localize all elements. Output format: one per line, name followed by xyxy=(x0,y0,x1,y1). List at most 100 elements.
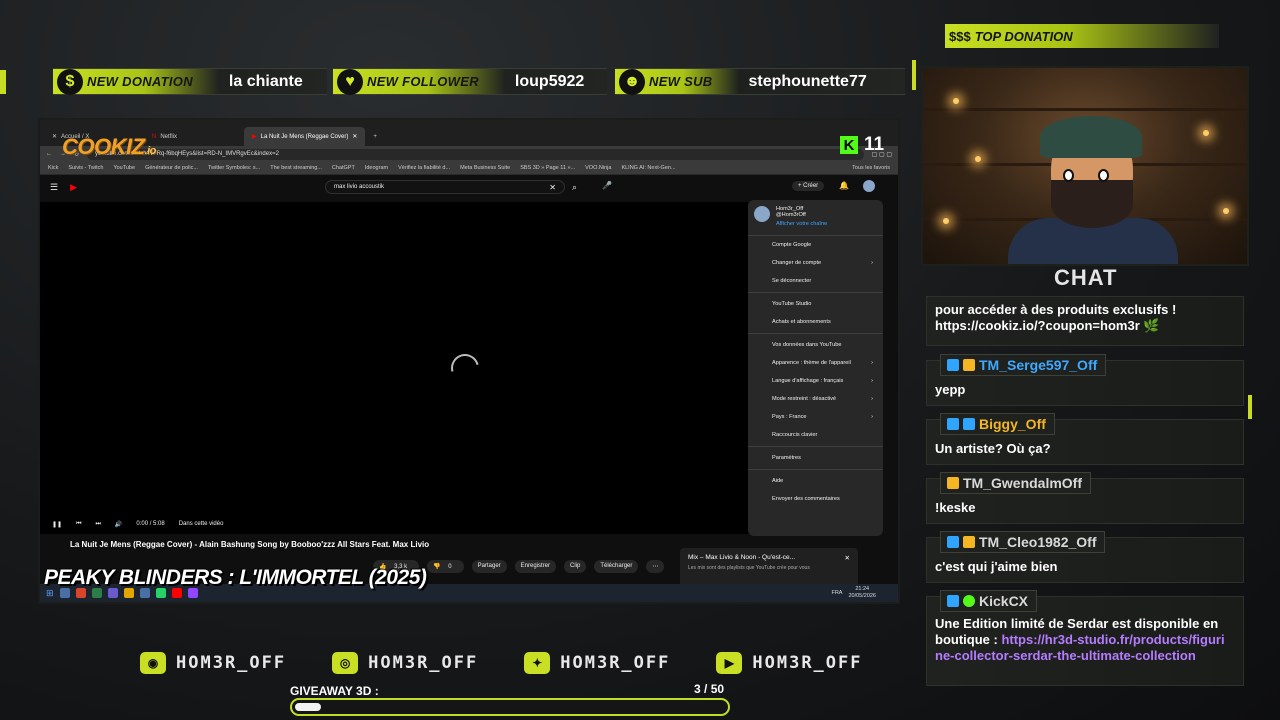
search-input[interactable]: max livio accoustik ✕ xyxy=(325,180,565,194)
cookiz-logo: COOKIZ.io xyxy=(62,134,156,159)
account-handle: @Hom3rOff xyxy=(776,212,806,218)
volume-icon[interactable]: 🔊 xyxy=(115,521,122,528)
crown-icon xyxy=(963,536,975,548)
taskbar-clock[interactable]: 21:24 20/05/2026 xyxy=(848,586,876,600)
chat-message-text: pour accéder à des produits exclusifs ! … xyxy=(935,302,1177,333)
new-donation-value: la chiante xyxy=(228,72,303,90)
menu-item-sign-out[interactable]: Se déconnecter xyxy=(748,272,883,290)
accent-bar xyxy=(0,70,6,94)
heart-icon: ♥ xyxy=(337,68,363,95)
mic-icon[interactable]: 🎤 xyxy=(602,181,612,190)
youtube-icon: ▶ xyxy=(716,652,743,674)
menu-item-country[interactable]: Pays : France › xyxy=(748,408,883,426)
bookmark[interactable]: Kick xyxy=(48,165,58,171)
menu-item-google-account[interactable]: Compte Google xyxy=(748,236,883,254)
taskbar-lang[interactable]: FRA xyxy=(831,590,842,596)
view-channel-link[interactable]: Afficher votre chaîne xyxy=(776,221,827,227)
bookmark[interactable]: The best streaming... xyxy=(270,165,322,171)
dislike-button[interactable]: 👎 0 xyxy=(427,560,464,573)
chevron-right-icon: › xyxy=(871,414,873,420)
badge-icon xyxy=(947,359,959,371)
search-icon[interactable]: ⌕ xyxy=(572,182,577,193)
webcam-feed xyxy=(921,66,1249,266)
bookmark[interactable]: Ideogram xyxy=(365,165,388,171)
mix-playlist-card[interactable]: Mix – Max Livio & Noon - Qu'est-ce... Le… xyxy=(680,548,858,588)
back-icon[interactable]: ← xyxy=(46,151,52,157)
menu-item-your-data[interactable]: Vos données dans YouTube xyxy=(748,336,883,354)
new-tab-button[interactable]: + xyxy=(365,127,385,146)
avatar[interactable] xyxy=(863,180,875,192)
clear-search-icon[interactable]: ✕ xyxy=(549,183,556,192)
prev-icon[interactable]: ⏮ xyxy=(76,521,81,528)
chat-message-text: !keske xyxy=(935,500,976,515)
menu-item-studio[interactable]: YouTube Studio xyxy=(748,295,883,313)
chat-username: Biggy_Off xyxy=(940,413,1055,435)
menu-icon[interactable]: ☰ xyxy=(50,182,58,193)
next-icon[interactable]: ⏭ xyxy=(95,521,100,528)
bookmark[interactable]: Twitter Symboles: s... xyxy=(208,165,260,171)
giveaway-label: GIVEAWAY 3D : xyxy=(290,684,379,698)
browser-tab-active[interactable]: ▶ La Nuit Je Mens (Reggae Cover) ✕ xyxy=(244,127,366,146)
menu-item-feedback[interactable]: Envoyer des commentaires xyxy=(748,490,883,508)
pause-icon[interactable]: ❚❚ xyxy=(52,521,62,528)
crown-icon xyxy=(947,477,959,489)
menu-item-shortcuts[interactable]: Raccourcis clavier xyxy=(748,426,883,444)
social-instagram: ◎ HOM3R_OFF xyxy=(332,652,478,674)
clip-button[interactable]: Clip xyxy=(564,560,587,573)
save-button[interactable]: Enregistrer xyxy=(514,560,556,573)
chat-username: TM_Cleo1982_Off xyxy=(940,531,1106,553)
bookmark[interactable]: KLING AI: Next-Gen... xyxy=(621,165,675,171)
bookmark[interactable]: Meta Business Suite xyxy=(460,165,510,171)
all-bookmarks[interactable]: Tous les favoris xyxy=(852,165,890,171)
chat-username: TM_Serge597_Off xyxy=(940,354,1107,376)
browser-toolbar: ← → ↻ youtube.com/watch?v=Rq-f6bqHEys&li… xyxy=(40,146,898,162)
menu-item-switch-account[interactable]: Changer de compte › xyxy=(748,254,883,272)
menu-item-purchases[interactable]: Achats et abonnements xyxy=(748,313,883,331)
bookmark[interactable]: Suivis - Twitch xyxy=(68,165,103,171)
account-profile: Hom3r_Off @Hom3rOff Afficher votre chaîn… xyxy=(748,206,883,236)
new-donation-label: NEW DONATION xyxy=(87,74,193,89)
bookmark[interactable]: VOO.Ninja xyxy=(585,165,611,171)
address-bar[interactable]: youtube.com/watch?v=Rq-f6bqHEys&list=RD-… xyxy=(87,148,864,160)
x-icon: ✕ xyxy=(52,134,58,140)
social-youtube: ▶ HOM3R_OFF xyxy=(716,652,862,674)
chapter-button[interactable]: Dans cette vidéo xyxy=(179,521,224,527)
menu-item-help[interactable]: Aide xyxy=(748,472,883,490)
menu-item-appearance[interactable]: Apparence : thème de l'appareil › xyxy=(748,354,883,372)
chat-message-text: Un artiste? Où ça? xyxy=(935,441,1051,456)
close-mix-icon[interactable]: ✕ xyxy=(845,554,850,562)
more-icon[interactable]: ⋯ xyxy=(646,560,665,573)
mix-subtitle: Les mix sont des playlists que YouTube c… xyxy=(688,565,810,571)
share-button[interactable]: Partager xyxy=(471,560,507,573)
chat-username: KickCX xyxy=(940,590,1038,612)
social-twitter: ✦ HOM3R_OFF xyxy=(524,652,670,674)
menu-item-language[interactable]: Langue d'affichage : français › xyxy=(748,372,883,390)
accent-bar xyxy=(1248,395,1252,419)
youtube-icon: ▶ xyxy=(252,134,257,140)
new-follower-label: NEW FOLLOWER xyxy=(367,74,479,89)
create-button[interactable]: + Créer xyxy=(792,181,825,191)
chevron-right-icon: › xyxy=(871,396,873,402)
bell-icon[interactable]: 🔔 xyxy=(839,181,849,190)
bookmark[interactable]: SBS 3D » Page 11 »... xyxy=(520,165,575,171)
bookmark[interactable]: ChatGPT xyxy=(332,165,355,171)
bookmarks-bar: Kick Suivis - Twitch YouTube Générateur … xyxy=(40,162,898,175)
mix-title: Mix – Max Livio & Noon - Qu'est-ce... xyxy=(688,554,796,561)
kick-viewer-count: K 11 xyxy=(840,134,884,156)
chat-message-text: yepp xyxy=(935,382,966,397)
bookmark[interactable]: Générateur de polic... xyxy=(145,165,198,171)
youtube-logo[interactable]: ▶ xyxy=(70,182,77,193)
twitter-icon: ✦ xyxy=(524,652,551,674)
instagram-icon: ◎ xyxy=(332,652,359,674)
top-donation-banner: $$$ TOP DONATION xyxy=(945,24,1219,48)
bookmark[interactable]: Vérifiez la fiabilité d... xyxy=(398,165,450,171)
video-player[interactable] xyxy=(40,202,750,534)
bookmark[interactable]: YouTube xyxy=(113,165,135,171)
browser-tab[interactable]: N Netflix xyxy=(144,127,244,146)
close-tab-icon[interactable]: ✕ xyxy=(352,133,357,140)
player-controls: ❚❚ ⏮ ⏭ 🔊 0:00 / 5:08 Dans cette vidéo xyxy=(40,513,750,535)
new-donation-bar: $ NEW DONATION la chiante xyxy=(53,68,327,95)
download-button[interactable]: Télécharger xyxy=(594,560,639,573)
menu-item-settings[interactable]: Paramètres xyxy=(748,449,883,467)
menu-item-restricted[interactable]: Mode restreint : désactivé › xyxy=(748,390,883,408)
